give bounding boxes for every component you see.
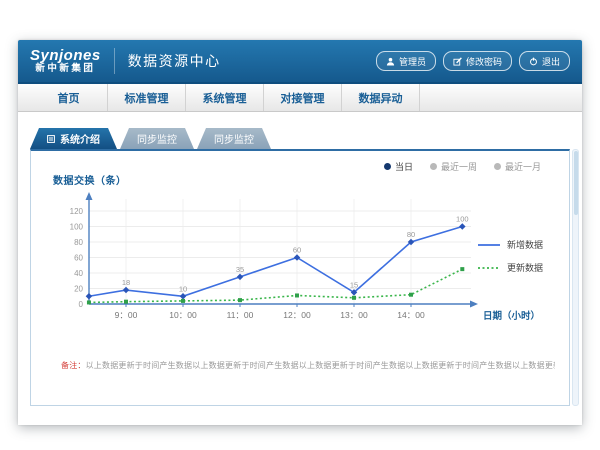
scrollbar[interactable] (572, 149, 579, 406)
nav-item-4[interactable]: 数据异动 (342, 84, 420, 111)
svg-text:14：00: 14：00 (397, 310, 425, 320)
legend-line-sample (477, 264, 501, 272)
logo-text: Synjones (30, 48, 101, 64)
svg-text:日期（小时）: 日期（小时） (483, 310, 540, 322)
y-axis-title: 数据交换（条） (53, 172, 127, 187)
logo: Synjones 新中新集团 (30, 48, 101, 74)
legend-item-1[interactable]: 更新数据 (477, 261, 543, 274)
nav-item-3[interactable]: 对接管理 (264, 84, 342, 111)
svg-text:11：00: 11：00 (227, 310, 254, 320)
radio-dot (494, 163, 501, 170)
svg-text:20: 20 (74, 285, 83, 294)
header-button-label: 退出 (542, 55, 560, 68)
legend-item-0[interactable]: 新增数据 (477, 238, 543, 251)
edit-icon (453, 57, 462, 66)
header-button-label: 管理员 (399, 55, 426, 68)
header-button-label: 修改密码 (466, 55, 502, 68)
radio-dot (430, 163, 437, 170)
form-icon (47, 135, 55, 143)
page-background: Synjones 新中新集团 数据资源中心 管理员修改密码退出 首页标准管理系统… (0, 0, 600, 450)
nav-item-0[interactable]: 首页 (30, 84, 108, 111)
svg-text:9：00: 9：00 (115, 310, 138, 320)
tab-2[interactable]: 同步监控 (197, 128, 271, 149)
tab-label: 同步监控 (137, 131, 177, 146)
app-header: Synjones 新中新集团 数据资源中心 管理员 修改密码 退出 (18, 40, 582, 84)
legend-label: 新增数据 (507, 238, 543, 251)
header-button-edit[interactable]: 修改密码 (443, 51, 512, 71)
scrollbar-thumb[interactable] (574, 151, 578, 215)
header-button-power[interactable]: 退出 (519, 51, 570, 71)
svg-text:15: 15 (350, 280, 358, 289)
header-divider (114, 48, 115, 74)
svg-text:80: 80 (407, 230, 415, 239)
nav-item-2[interactable]: 系统管理 (186, 84, 264, 111)
svg-text:13：00: 13：00 (340, 310, 368, 320)
logo-subtext: 新中新集团 (30, 64, 101, 74)
user-icon (386, 57, 395, 66)
svg-text:100: 100 (456, 215, 469, 224)
svg-text:120: 120 (70, 207, 84, 216)
svg-text:40: 40 (74, 269, 83, 278)
svg-text:100: 100 (70, 223, 84, 232)
radio-label: 最近一月 (505, 160, 541, 173)
content-area: 系统介绍 同步监控 同步监控 0 20 40 60 80 100 120 9：00 10：00 11：… (18, 115, 582, 425)
footnote: 备注：以上数据更新于时间产生数据以上数据更新于时间产生数据以上数据更新于时间产生… (61, 360, 555, 371)
tab-0[interactable]: 系统介绍 (30, 128, 117, 149)
power-icon (529, 57, 538, 66)
svg-text:60: 60 (293, 246, 301, 255)
range-radios: 当日 最近一周 最近一月 (384, 160, 541, 173)
legend-radio-2[interactable]: 最近一月 (494, 160, 541, 173)
chart-panel: 0 20 40 60 80 100 120 9：00 10：00 11：00 12：00 13：00 1… (30, 149, 570, 406)
radio-label: 最近一周 (441, 160, 477, 173)
legend-line-sample (477, 241, 501, 249)
tab-label: 同步监控 (214, 131, 254, 146)
footnote-label: 备注： (61, 361, 86, 370)
tab-1[interactable]: 同步监控 (120, 128, 194, 149)
svg-text:10: 10 (179, 284, 187, 293)
legend-radio-0[interactable]: 当日 (384, 160, 413, 173)
svg-text:35: 35 (236, 265, 244, 274)
page-title: 数据资源中心 (128, 51, 221, 71)
footnote-text: 以上数据更新于时间产生数据以上数据更新于时间产生数据以上数据更新于时间产生数据以… (86, 361, 555, 370)
tab-bar: 系统介绍 同步监控 同步监控 (30, 128, 274, 149)
nav-item-1[interactable]: 标准管理 (108, 84, 186, 111)
svg-text:60: 60 (74, 254, 83, 263)
svg-text:12：00: 12：00 (283, 310, 311, 320)
legend-radio-1[interactable]: 最近一周 (430, 160, 477, 173)
chart-legend: 新增数据更新数据 (477, 238, 543, 274)
app-window: Synjones 新中新集团 数据资源中心 管理员修改密码退出 首页标准管理系统… (18, 40, 582, 425)
radio-dot (384, 163, 391, 170)
tab-label: 系统介绍 (60, 131, 100, 146)
header-actions: 管理员 修改密码 退出 (376, 51, 570, 71)
header-button-user[interactable]: 管理员 (376, 51, 436, 71)
legend-label: 更新数据 (507, 261, 543, 274)
svg-text:10：00: 10：00 (169, 310, 197, 320)
svg-text:80: 80 (74, 238, 83, 247)
svg-text:0: 0 (79, 300, 84, 309)
main-nav: 首页标准管理系统管理对接管理数据异动 (18, 84, 582, 112)
svg-text:18: 18 (122, 278, 130, 287)
radio-label: 当日 (395, 160, 413, 173)
